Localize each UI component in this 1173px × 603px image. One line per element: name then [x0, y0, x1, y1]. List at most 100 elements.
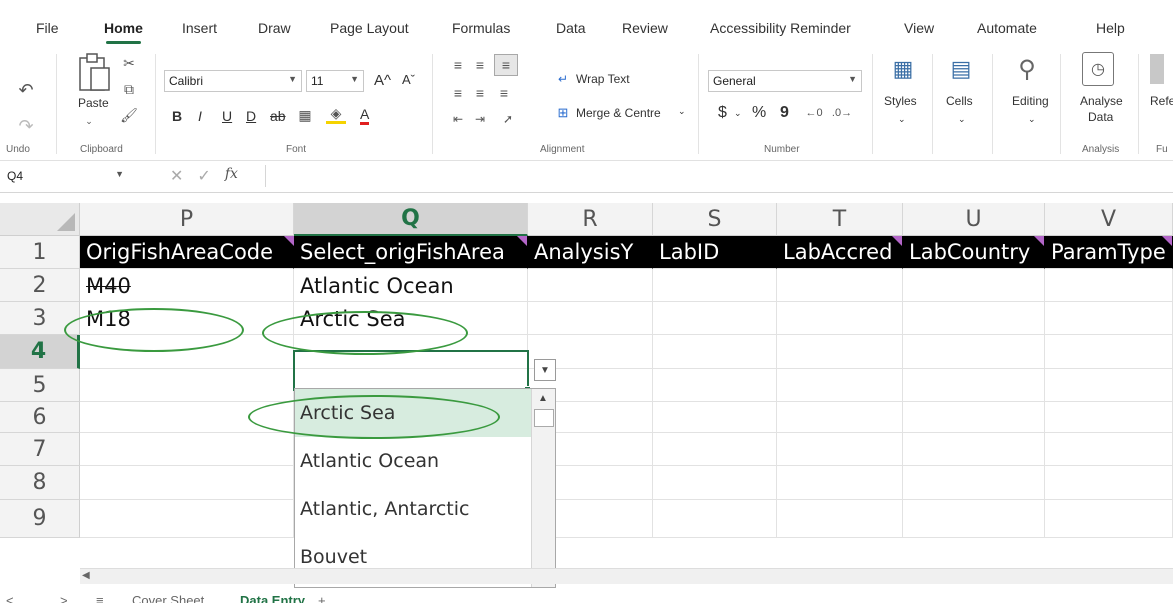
cut-icon[interactable]: ✂	[120, 54, 138, 72]
tab-draw[interactable]: Draw	[258, 20, 291, 36]
comma-button[interactable]: 9	[780, 104, 789, 122]
tab-accessibility-reminder[interactable]: Accessibility Reminder	[710, 20, 851, 36]
grid-cell[interactable]	[80, 500, 294, 538]
cell-s1[interactable]: LabID	[653, 236, 777, 269]
grid-cell[interactable]	[653, 466, 777, 500]
sheet-tab-data-entry[interactable]: Data Entry	[240, 593, 305, 603]
grid-cell[interactable]	[653, 302, 777, 335]
cell-q2[interactable]: Atlantic Ocean	[294, 269, 528, 302]
grid-cell[interactable]	[777, 433, 903, 466]
increase-indent-icon[interactable]: ⇥	[470, 110, 490, 128]
orientation-icon[interactable]: ➚	[494, 110, 522, 128]
dropdown-option[interactable]: Atlantic Ocean	[295, 437, 531, 485]
styles-button[interactable]: Styles	[884, 94, 917, 108]
grid-cell[interactable]	[777, 269, 903, 302]
references-button[interactable]: Refe	[1150, 94, 1173, 108]
row-header-9[interactable]: 9	[0, 500, 80, 538]
grid-cell[interactable]	[777, 302, 903, 335]
font-name-dropdown[interactable]: Calibri ▼	[164, 70, 302, 92]
paste-icon[interactable]	[74, 52, 114, 92]
grid-cell[interactable]	[653, 335, 777, 369]
shrink-font-button[interactable]: Aˇ	[402, 72, 415, 87]
wrap-text-button[interactable]: Wrap Text	[576, 72, 630, 86]
cell-t1[interactable]: LabAccred	[777, 236, 903, 269]
grid-cell[interactable]	[653, 433, 777, 466]
grid-cell[interactable]	[1045, 402, 1173, 433]
grid-cell[interactable]	[1045, 269, 1173, 302]
tab-formulas[interactable]: Formulas	[452, 20, 510, 36]
search-icon[interactable]: ⚲	[1012, 54, 1042, 84]
scroll-up-icon[interactable]: ▲	[532, 389, 554, 407]
cell-r1[interactable]: AnalysisY	[528, 236, 653, 269]
cell-v1[interactable]: ParamType	[1045, 236, 1173, 269]
cell-q1[interactable]: Select_origFishArea	[294, 236, 528, 269]
grid-cell[interactable]	[777, 335, 903, 369]
grid-cell[interactable]	[903, 369, 1045, 402]
fill-color-icon[interactable]: ◈	[326, 105, 346, 124]
font-color-button[interactable]: A	[360, 106, 370, 125]
align-top-icon[interactable]: ≡	[448, 56, 468, 74]
next-sheet-button[interactable]: >	[60, 593, 68, 603]
grid-cell[interactable]	[903, 500, 1045, 538]
merge-icon[interactable]: ⊞	[554, 104, 572, 122]
row-header-4[interactable]: 4	[0, 335, 80, 369]
cancel-icon[interactable]: ✕	[170, 166, 183, 186]
grid-cell[interactable]	[528, 302, 653, 335]
column-header-s[interactable]: S	[653, 203, 777, 236]
column-header-r[interactable]: R	[528, 203, 653, 236]
grid-cell[interactable]	[1045, 335, 1173, 369]
redo-icon[interactable]: ↷	[16, 116, 36, 136]
cells-button[interactable]: Cells	[946, 94, 973, 108]
grid-cell[interactable]	[777, 369, 903, 402]
analyse-data-button-line2[interactable]: Data	[1088, 110, 1113, 124]
grid-cell[interactable]	[653, 369, 777, 402]
grid-cell[interactable]	[1045, 302, 1173, 335]
row-header-5[interactable]: 5	[0, 369, 80, 402]
grid-cell[interactable]	[1045, 466, 1173, 500]
grow-font-button[interactable]: A^	[374, 72, 391, 89]
percent-button[interactable]: %	[752, 104, 766, 122]
grid-cell[interactable]	[653, 402, 777, 433]
chevron-down-icon[interactable]: ⌄	[898, 114, 906, 125]
decrease-decimal-icon[interactable]: .0→	[830, 104, 854, 122]
prev-sheet-button[interactable]: <	[6, 593, 14, 603]
row-header-2[interactable]: 2	[0, 269, 80, 302]
validation-dropdown-button[interactable]: ▼	[534, 359, 556, 381]
scrollbar-thumb[interactable]	[534, 409, 554, 427]
grid-cell[interactable]	[80, 402, 294, 433]
row-header-8[interactable]: 8	[0, 466, 80, 500]
horizontal-scrollbar[interactable]: ◀	[80, 568, 1173, 584]
grid-cell[interactable]	[1045, 500, 1173, 538]
name-box[interactable]: Q4 ▼	[0, 163, 130, 189]
decrease-indent-icon[interactable]: ⇤	[448, 110, 468, 128]
dropdown-option[interactable]: Arctic Sea	[295, 389, 531, 437]
wrap-text-icon[interactable]: ↵	[554, 70, 572, 88]
grid-cell[interactable]	[528, 269, 653, 302]
analyse-data-icon[interactable]: ◷	[1082, 52, 1114, 86]
grid-cell[interactable]	[777, 466, 903, 500]
cell-p1[interactable]: OrigFishAreaCode	[80, 236, 294, 269]
sheet-menu-icon[interactable]: ≡	[96, 593, 104, 603]
tab-help[interactable]: Help	[1096, 20, 1125, 36]
strikethrough-button[interactable]: ab	[270, 108, 286, 124]
grid-cell[interactable]	[903, 302, 1045, 335]
references-icon[interactable]	[1150, 54, 1164, 84]
align-bottom-icon[interactable]: ≡	[494, 54, 518, 76]
grid-cell[interactable]	[903, 466, 1045, 500]
row-header-3[interactable]: 3	[0, 302, 80, 335]
merge-centre-button[interactable]: Merge & Centre	[576, 106, 661, 120]
tab-view[interactable]: View	[904, 20, 934, 36]
bold-button[interactable]: B	[172, 108, 182, 124]
align-right-icon[interactable]: ≡	[494, 84, 514, 102]
cell-u1[interactable]: LabCountry	[903, 236, 1045, 269]
paste-chevron-icon[interactable]: ⌄	[82, 114, 96, 128]
format-painter-icon[interactable]: 🖌	[120, 106, 138, 124]
editing-button[interactable]: Editing	[1012, 94, 1049, 108]
tab-file[interactable]: File	[36, 20, 59, 36]
grid-cell[interactable]	[903, 402, 1045, 433]
borders-icon[interactable]: ▦	[296, 106, 314, 124]
column-header-u[interactable]: U	[903, 203, 1045, 236]
column-header-t[interactable]: T	[777, 203, 903, 236]
analyse-data-button-line1[interactable]: Analyse	[1080, 94, 1123, 108]
cell-p3[interactable]: M18	[80, 302, 294, 335]
